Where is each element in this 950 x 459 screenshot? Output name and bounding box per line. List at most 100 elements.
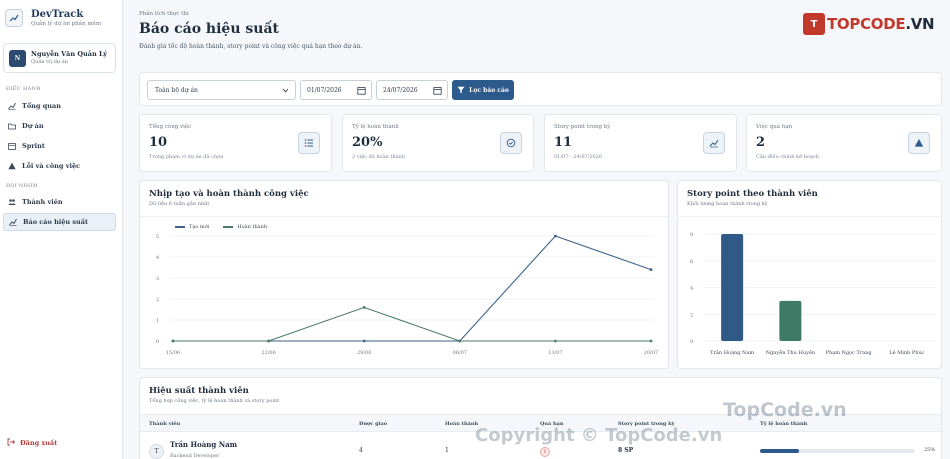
- x-tick-label: 15/06: [166, 350, 180, 356]
- sidebar-item-performance-report[interactable]: Báo cáo hiệu suất: [3, 213, 116, 231]
- member-name: Trần Hoàng Nam: [170, 440, 238, 449]
- stat-sub: 2 việc đã hoàn thành: [352, 154, 405, 160]
- brand-logo-icon: [5, 9, 23, 27]
- topcode-logo-text: TOPCODE.VN: [827, 15, 935, 33]
- date-from-input[interactable]: 01/07/2026: [300, 80, 372, 100]
- y-tick-label: 6: [690, 259, 693, 265]
- filter-report-label: Lọc báo cáo: [469, 86, 509, 94]
- page-title: Báo cáo hiệu suất: [139, 21, 279, 37]
- sidebar-item-members[interactable]: Thành viên: [3, 193, 116, 211]
- chevron-down-icon: [282, 88, 289, 93]
- completion-progress-fill: [760, 449, 799, 453]
- story-points: 8 SP: [618, 447, 634, 454]
- y-tick-label: 2: [156, 297, 159, 303]
- column-header-done[interactable]: Hoàn thành: [445, 421, 478, 427]
- completion-progress-bar: [760, 449, 915, 453]
- y-tick-label: 0: [156, 339, 159, 345]
- data-point: [362, 339, 366, 343]
- user-card[interactable]: N Nguyễn Văn Quản Lý Quản trị dự án: [3, 43, 116, 73]
- topcode-logo: T TOPCODE.VN: [803, 13, 935, 35]
- topcode-logo-text-a: TOPCODE: [827, 15, 906, 33]
- project-select[interactable]: Toàn bộ dự án: [147, 80, 296, 100]
- stat-card-completion-rate: Tỷ lệ hoàn thành 20% 2 việc đã hoàn thàn…: [342, 114, 534, 172]
- stat-card-overdue: Việc quá hạn 2 Cần điều chỉnh kế hoạch: [746, 114, 942, 172]
- stat-label: Tỷ lệ hoàn thành: [352, 124, 399, 130]
- x-tick-label: 20/07: [644, 350, 658, 356]
- column-header-completion-rate[interactable]: Tỷ lệ hoàn thành: [760, 421, 807, 427]
- stat-label: Story point trong kỳ: [554, 124, 611, 130]
- table-subtitle: Tổng hợp công việc, tỷ lệ hoàn thành và …: [149, 398, 280, 404]
- project-select-value: Toàn bộ dự án: [155, 86, 198, 94]
- logout-label: Đăng xuất: [20, 439, 58, 447]
- sidebar: DevTrack Quản lý dự án phần mềm N Nguyễn…: [0, 0, 123, 459]
- watermark-copyright: Copyright © TopCode.vn: [475, 425, 723, 446]
- series-line-completed: [173, 306, 651, 342]
- x-tick-label: Trần Hoàng Nam: [710, 348, 754, 356]
- y-tick-label: 1: [156, 318, 159, 324]
- stat-card-total-tasks: Tổng công việc 10 Trong phạm vi dự án đã…: [139, 114, 332, 172]
- y-tick-label: 4: [690, 286, 693, 292]
- avatar: T: [149, 444, 164, 459]
- date-to-value: 24/07/2026: [383, 86, 418, 94]
- data-point: [171, 339, 175, 343]
- bar: [779, 300, 802, 341]
- data-point: [649, 339, 653, 343]
- data-point: [362, 306, 366, 309]
- data-point: [554, 234, 557, 238]
- x-tick-label: 22/06: [261, 350, 275, 356]
- x-tick-label: Nguyễn Thu Huyền: [766, 348, 816, 356]
- sidebar-item-label: Dự án: [22, 122, 44, 130]
- sidebar-item-sprint[interactable]: Sprint: [3, 137, 116, 155]
- filter-report-button[interactable]: Lọc báo cáo: [452, 80, 514, 100]
- sidebar-item-issues[interactable]: Lỗi và công việc: [3, 157, 116, 175]
- logout-button[interactable]: Đăng xuất: [7, 438, 57, 448]
- data-point: [267, 339, 270, 343]
- brand[interactable]: DevTrack Quản lý dự án phần mềm: [5, 5, 117, 31]
- data-point: [649, 268, 653, 271]
- stat-label: Tổng công việc: [149, 124, 192, 130]
- data-point: [554, 339, 557, 343]
- table-title: Hiệu suất thành viên: [149, 386, 249, 396]
- watermark-topcode: TopCode.vn: [723, 399, 847, 421]
- sidebar-item-overview[interactable]: Tổng quan: [3, 97, 116, 115]
- series-line-created: [173, 235, 652, 342]
- folder-icon: [8, 122, 16, 130]
- check-circle-icon: [500, 132, 522, 154]
- y-tick-label: 3: [156, 276, 159, 282]
- x-tick-label: 29/06: [357, 350, 371, 356]
- line-chart-card: Nhịp tạo và hoàn thành công việc Dữ liệu…: [139, 180, 669, 369]
- data-point: [458, 339, 462, 343]
- list-icon: [298, 132, 320, 154]
- column-header-member[interactable]: Thành viên: [149, 421, 180, 427]
- x-tick-label: 06/07: [453, 350, 467, 356]
- column-header-assigned[interactable]: Được giao: [359, 421, 387, 427]
- app-root: DevTrack Quản lý dự án phần mềm N Nguyễn…: [0, 0, 950, 459]
- brand-subtitle: Quản lý dự án phần mềm: [31, 20, 102, 27]
- date-to-input[interactable]: 24/07/2026: [376, 80, 448, 100]
- main-content: Phân tích thực thi Báo cáo hiệu suất Đán…: [123, 0, 950, 459]
- sidebar-item-label: Thành viên: [22, 198, 63, 206]
- warning-icon: [8, 162, 16, 170]
- user-role: Quản trị dự án: [31, 59, 68, 65]
- sidebar-item-projects[interactable]: Dự án: [3, 117, 116, 135]
- y-tick-label: 4: [156, 255, 159, 261]
- calendar-icon[interactable]: [433, 86, 442, 95]
- overdue-badge: 1: [540, 447, 550, 457]
- calendar-icon: [8, 142, 16, 150]
- sidebar-item-label: Lỗi và công việc: [22, 162, 81, 170]
- stat-value: 10: [149, 135, 168, 150]
- chart-line-icon: [703, 132, 725, 154]
- x-tick-label: Phạm Ngọc Trang: [826, 350, 873, 356]
- y-tick-label: 5: [156, 234, 159, 240]
- stat-value: 20%: [352, 135, 383, 150]
- page-description: Đánh giá tốc độ hoàn thành, story point …: [139, 43, 363, 50]
- stat-value: 2: [756, 135, 766, 150]
- x-tick-label: 13/07: [548, 350, 562, 356]
- calendar-icon[interactable]: [357, 86, 366, 95]
- sidebar-item-label: Sprint: [22, 142, 45, 150]
- date-from-value: 01/07/2026: [307, 86, 342, 94]
- line-chart: 0 1 2 3 4 5 15/06 22/06 29/06 06/07 13/07 20/07: [156, 234, 658, 356]
- brand-title: DevTrack: [31, 8, 84, 20]
- bar: [721, 234, 744, 341]
- y-tick-label: 0: [690, 339, 693, 345]
